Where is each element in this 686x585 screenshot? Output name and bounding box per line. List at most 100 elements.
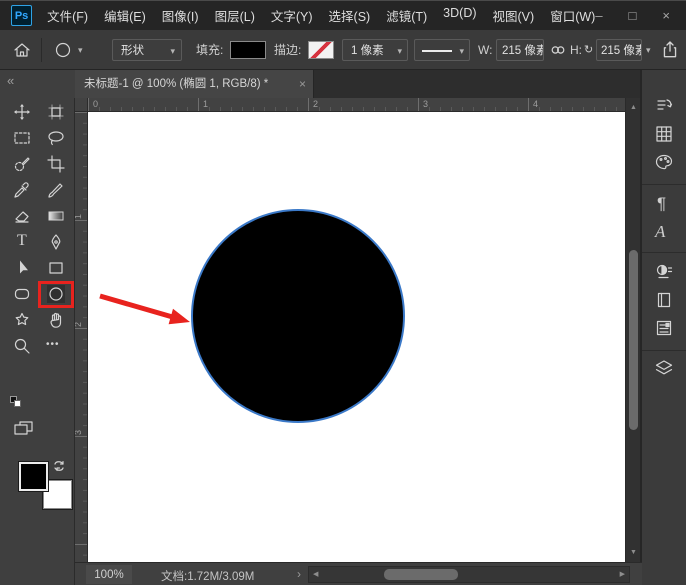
quick-selection-tool-button[interactable] (13, 155, 31, 173)
width-value: 215 像素 (502, 42, 544, 58)
collapse-tools-icon[interactable]: « (7, 74, 14, 87)
ruler-label: 0 (93, 100, 98, 109)
move-icon (13, 103, 31, 121)
ruler-corner (75, 98, 88, 112)
menu-window[interactable]: 窗口(W) (550, 6, 595, 25)
eyedropper-tool-button[interactable] (13, 181, 31, 199)
scroll-right-icon[interactable]: ▶ (620, 571, 625, 578)
minimize-button[interactable]: – (595, 9, 602, 22)
menu-view[interactable]: 视图(V) (493, 6, 535, 25)
rounded-rectangle-icon (13, 285, 31, 303)
tool-mode-value: 形状 (121, 42, 144, 58)
color-panel-button[interactable] (654, 152, 674, 172)
stroke-no-color-swatch[interactable] (308, 41, 334, 59)
menu-3d[interactable]: 3D(D) (443, 6, 476, 25)
libraries-panel-button[interactable] (654, 290, 674, 310)
foreground-color-swatch[interactable] (19, 462, 48, 491)
properties-panel-button[interactable] (654, 318, 674, 338)
custom-shape-tool-button[interactable] (13, 311, 31, 329)
swatches-panel-button[interactable] (654, 124, 674, 144)
scroll-left-icon[interactable]: ◀ (313, 571, 318, 578)
menu-file[interactable]: 文件(F) (47, 6, 88, 25)
hand-tool-button[interactable] (47, 311, 65, 329)
width-label: W: (478, 43, 492, 57)
tab-bar: « 未标题-1 @ 100% (椭圆 1, RGB/8) * × « (0, 70, 686, 98)
menu-layer[interactable]: 图层(L) (215, 6, 255, 25)
history-icon (654, 96, 674, 116)
crop-icon (47, 155, 65, 173)
lasso-tool-button[interactable] (47, 129, 65, 147)
eyedropper-icon (13, 181, 31, 199)
photoshop-window: Ps 文件(F) 编辑(E) 图像(I) 图层(L) 文字(Y) 选择(S) 滤… (0, 0, 686, 585)
type-tool-button[interactable]: T (17, 232, 27, 250)
ruler-label: 3 (74, 430, 83, 435)
adjustments-panel-button[interactable] (654, 262, 674, 282)
screen-mode-icon[interactable] (12, 418, 36, 440)
black-ellipse-shape[interactable] (191, 209, 405, 423)
eraser-icon (13, 207, 31, 225)
tool-mode-dropdown[interactable]: 形状 ▾ (112, 39, 182, 61)
share-icon[interactable] (660, 40, 680, 60)
zoom-tool-button[interactable] (13, 337, 31, 355)
glyphs-panel-button[interactable]: A (655, 222, 665, 242)
eraser-tool-button[interactable] (13, 207, 31, 225)
vertical-scrollbar-thumb[interactable] (629, 250, 638, 430)
gradient-tool-button[interactable] (47, 207, 65, 225)
menu-edit[interactable]: 编辑(E) (104, 6, 146, 25)
status-expand-icon[interactable]: › (297, 567, 301, 581)
document-canvas[interactable] (88, 112, 625, 562)
document-tab[interactable]: 未标题-1 @ 100% (椭圆 1, RGB/8) * × (75, 70, 314, 98)
pen-icon (47, 233, 65, 251)
quick-selection-icon (13, 155, 31, 173)
width-input[interactable]: 215 像素 (496, 39, 544, 61)
magnifier-icon (13, 337, 31, 355)
scroll-down-icon[interactable]: ▼ (630, 549, 637, 556)
crop-tool-button[interactable] (47, 155, 65, 173)
vertical-scrollbar[interactable]: ▲ ▼ (625, 98, 640, 562)
fill-label: 填充: (196, 43, 223, 57)
swap-colors-icon[interactable] (52, 458, 68, 474)
annotation-highlight-box (38, 281, 74, 308)
zoom-level-field[interactable]: 100% (86, 565, 132, 584)
stroke-style-dropdown[interactable]: ▾ (414, 39, 470, 61)
maximize-button[interactable]: □ (629, 9, 637, 22)
rectangle-tool-button[interactable] (47, 259, 65, 277)
adjustments-icon (654, 262, 674, 282)
paragraph-panel-button[interactable]: ¶ (657, 194, 666, 214)
close-button[interactable]: × (662, 9, 670, 22)
chevron-down-icon[interactable]: ▾ (646, 46, 651, 55)
default-colors-icon[interactable] (10, 396, 22, 408)
path-selection-tool-button[interactable] (13, 259, 31, 277)
chevron-down-icon: ▾ (170, 47, 175, 56)
ellipse-tool-preview-icon[interactable] (54, 41, 72, 59)
link-dimensions-icon[interactable] (549, 41, 567, 59)
pen-tool-button[interactable] (47, 233, 65, 251)
libraries-icon (654, 290, 674, 310)
horizontal-scrollbar[interactable]: ◀ ▶ (308, 566, 630, 583)
horizontal-ruler: 0 1 2 3 4 (88, 98, 640, 112)
sync-icon: ↻ (584, 43, 593, 57)
stroke-width-dropdown[interactable]: 1 像素 ▾ (342, 39, 408, 61)
history-panel-button[interactable] (654, 96, 674, 116)
tab-close-icon[interactable]: × (299, 70, 306, 98)
spot-healing-brush-tool-button[interactable] (47, 181, 65, 199)
rounded-rectangle-tool-button[interactable] (13, 285, 31, 303)
menu-select[interactable]: 选择(S) (329, 6, 371, 25)
menu-image[interactable]: 图像(I) (162, 6, 199, 25)
height-input[interactable]: 215 像素 (596, 39, 642, 61)
scroll-up-icon[interactable]: ▲ (630, 104, 637, 111)
layers-panel-button[interactable] (654, 358, 674, 378)
horizontal-scrollbar-thumb[interactable] (384, 569, 458, 580)
menu-filter[interactable]: 滤镜(T) (386, 6, 427, 25)
marquee-icon (13, 129, 31, 147)
move-tool-button[interactable] (13, 103, 31, 121)
custom-shape-icon (13, 311, 31, 329)
ruler-label: 1 (74, 214, 83, 219)
home-icon[interactable] (13, 41, 31, 59)
menu-type[interactable]: 文字(Y) (271, 6, 313, 25)
artboard-tool-button[interactable] (47, 103, 65, 121)
fill-color-swatch[interactable] (230, 41, 266, 59)
rectangular-marquee-tool-button[interactable] (13, 129, 31, 147)
tool-preset-dropdown-icon[interactable]: ▾ (78, 46, 83, 55)
edit-toolbar-icon[interactable]: ••• (46, 339, 60, 350)
